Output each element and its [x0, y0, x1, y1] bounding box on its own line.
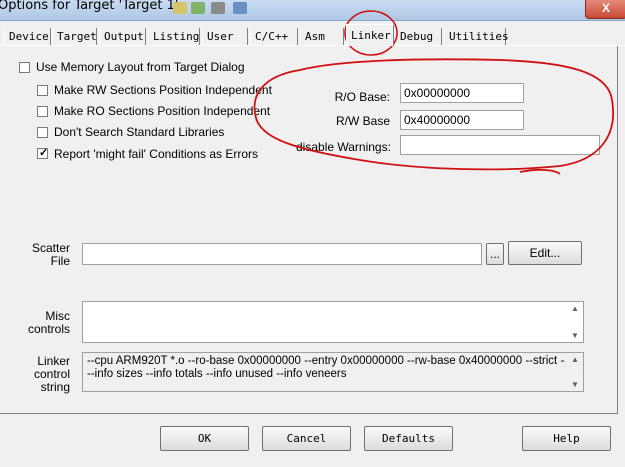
scroll-down-icon[interactable]: ▼: [571, 380, 579, 389]
use-memory-layout-checkbox[interactable]: [19, 62, 30, 73]
tab-linker[interactable]: Linker: [346, 24, 394, 46]
tab-user[interactable]: User: [202, 28, 248, 45]
tab-debug[interactable]: Debug: [395, 28, 442, 45]
make-rw-pi-checkbox[interactable]: [37, 85, 48, 96]
linker-control-line-1: --cpu ARM920T *.o --ro-base 0x00000000 -…: [87, 355, 565, 367]
report-might-fail-label: Report 'might fail' Conditions as Errors: [54, 147, 258, 161]
dont-search-libs-label: Don't Search Standard Libraries: [54, 125, 225, 139]
scroll-up-icon[interactable]: ▲: [571, 355, 579, 364]
cancel-button[interactable]: Cancel: [262, 426, 351, 451]
defaults-button[interactable]: Defaults: [364, 426, 453, 451]
disable-warnings-label: disable Warnings:: [296, 140, 390, 154]
rw-base-label: R/W Base: [335, 114, 390, 128]
dont-search-libs-checkbox[interactable]: [37, 127, 48, 138]
ro-base-label: R/O Base:: [334, 90, 390, 104]
misc-controls-textarea[interactable]: ▲ ▼: [82, 301, 584, 343]
make-rw-pi-label: Make RW Sections Position Independent: [54, 83, 272, 97]
report-might-fail-checkbox[interactable]: ✓: [37, 147, 49, 159]
scatter-browse-button[interactable]: ...: [486, 243, 504, 265]
toolbar-icon-4: [233, 2, 247, 14]
scatter-file-label: Scatter File: [31, 241, 70, 268]
tab-c-cpp[interactable]: C/C++: [250, 28, 298, 45]
linker-control-string-box[interactable]: --cpu ARM920T *.o --ro-base 0x00000000 -…: [82, 352, 584, 392]
tab-target[interactable]: Target: [52, 28, 97, 45]
linker-control-line-2: --info sizes --info totals --info unused…: [87, 368, 347, 380]
scatter-edit-button[interactable]: Edit...: [508, 241, 582, 265]
window-title: Options for Target 'Target 1': [0, 0, 179, 13]
scroll-down-icon[interactable]: ▼: [571, 331, 579, 340]
close-icon: X: [601, 1, 610, 15]
tab-listing[interactable]: Listing: [148, 28, 200, 45]
tab-device[interactable]: Device: [4, 28, 51, 45]
title-bar: Options for Target 'Target 1' X: [0, 0, 625, 21]
close-button[interactable]: X: [585, 0, 625, 19]
use-memory-layout-label: Use Memory Layout from Target Dialog: [36, 60, 245, 74]
ro-base-input[interactable]: [400, 83, 524, 103]
toolbar-icon-3: [211, 2, 225, 14]
tab-asm[interactable]: Asm: [300, 28, 344, 45]
ok-button[interactable]: OK: [160, 426, 249, 451]
linker-control-scrollbar[interactable]: ▲ ▼: [568, 353, 583, 391]
scatter-file-input[interactable]: [82, 243, 482, 265]
disable-warnings-input[interactable]: [400, 135, 600, 155]
help-button[interactable]: Help: [522, 426, 611, 451]
toolbar-icon-1: [173, 2, 187, 14]
make-ro-pi-checkbox[interactable]: [37, 106, 48, 117]
tab-utilities[interactable]: Utilities: [444, 28, 509, 45]
scroll-up-icon[interactable]: ▲: [571, 304, 579, 313]
rw-base-input[interactable]: [400, 110, 524, 130]
make-ro-pi-label: Make RO Sections Position Independent: [54, 104, 271, 118]
checkmark-icon: ✓: [39, 147, 49, 159]
tab-output[interactable]: Output: [99, 28, 146, 45]
toolbar-icon-2: [191, 2, 205, 14]
misc-controls-label: Misc controls: [27, 309, 70, 336]
linker-control-string-label: Linker control string: [33, 354, 70, 394]
misc-controls-scrollbar[interactable]: ▲ ▼: [568, 302, 583, 342]
